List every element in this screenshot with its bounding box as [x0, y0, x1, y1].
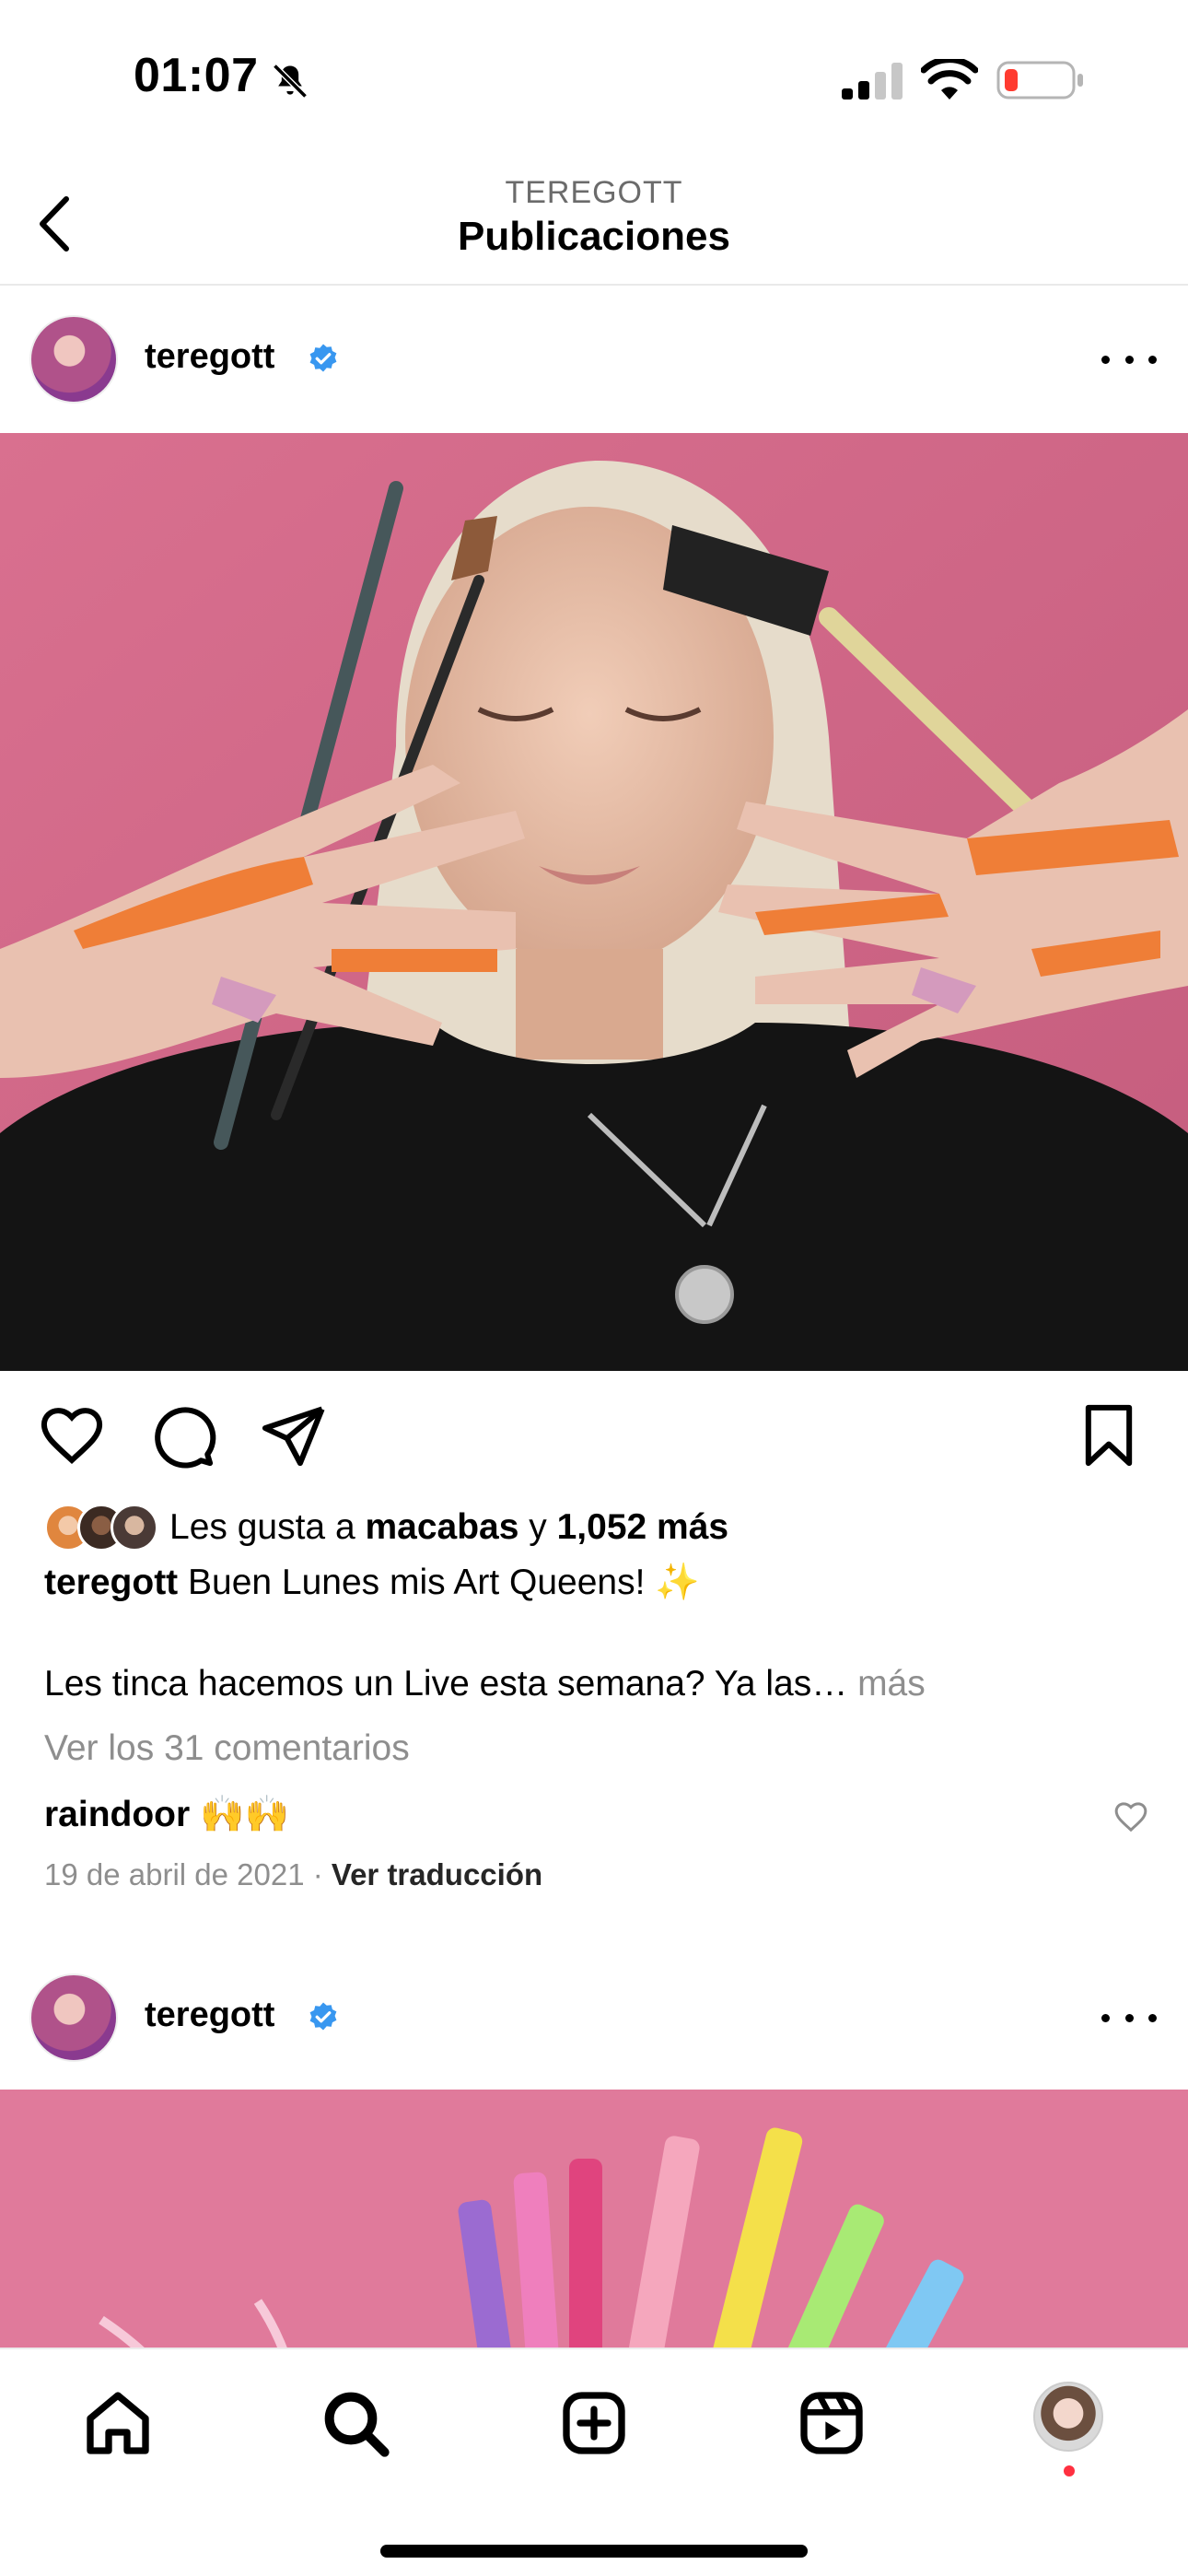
see-translation-link[interactable]: Ver traducción — [332, 1857, 542, 1891]
likes-count[interactable]: 1,052 más — [557, 1507, 729, 1547]
caption: teregott Buen Lunes mis Art Queens! ✨ — [44, 1561, 700, 1603]
nav-header: TEREGOTT Publicaciones — [0, 157, 1188, 286]
battery-low-icon — [996, 61, 1083, 100]
comment-text: 🙌🙌 — [190, 1795, 290, 1834]
dot-icon — [1148, 2013, 1157, 2022]
search-icon[interactable] — [319, 2386, 392, 2460]
dot-icon — [1101, 355, 1110, 364]
reels-icon[interactable] — [795, 2386, 868, 2460]
caption-continued: Les tinca hacemos un Live esta semana? Y… — [44, 1664, 926, 1704]
dot-icon — [1101, 2013, 1110, 2022]
post-actions — [0, 1391, 1188, 1483]
header-subtitle: TEREGOTT — [505, 175, 683, 210]
create-post-icon[interactable] — [557, 2386, 631, 2460]
bookmark-icon[interactable] — [1074, 1400, 1144, 1470]
page-title: Publicaciones — [458, 214, 730, 259]
comment-username[interactable]: raindoor — [44, 1795, 190, 1834]
top-comment: raindoor 🙌🙌 — [44, 1793, 289, 1835]
more-options-button[interactable] — [1101, 341, 1157, 378]
more-options-button[interactable] — [1101, 1999, 1157, 2036]
share-send-icon[interactable] — [258, 1400, 328, 1470]
status-time: 01:07 — [134, 49, 259, 102]
dot-icon — [1124, 2013, 1134, 2022]
comment-like-heart-icon[interactable] — [1112, 1798, 1149, 1835]
tab-bar — [0, 2348, 1188, 2576]
username[interactable]: teregott — [145, 337, 274, 377]
notification-dot — [1064, 2465, 1075, 2476]
home-indicator[interactable] — [380, 2545, 808, 2558]
verified-badge-icon — [309, 344, 337, 372]
post-header: teregott — [0, 1944, 1188, 2091]
post-date: 19 de abril de 2021 · Ver traducción — [44, 1857, 542, 1892]
cellular-signal-icon — [842, 63, 903, 100]
verified-badge-icon — [309, 2002, 337, 2031]
likes-prefix: Les gusta a — [169, 1507, 366, 1547]
caption-line2: Les tinca hacemos un Live esta semana? Y… — [44, 1664, 858, 1704]
post-photo — [0, 2090, 1188, 2348]
post-image[interactable] — [0, 433, 1188, 1371]
post-header: teregott — [0, 286, 1188, 433]
first-liker[interactable]: macabas — [365, 1507, 518, 1547]
status-bar: 01:07 — [0, 0, 1188, 157]
wifi-icon — [921, 59, 978, 100]
dot-icon — [1124, 355, 1134, 364]
caption-username[interactable]: teregott — [44, 1563, 178, 1602]
avatar[interactable] — [29, 315, 118, 404]
post-photo — [0, 433, 1188, 1371]
avatar[interactable] — [29, 1973, 118, 2062]
caption-text: Buen Lunes mis Art Queens! ✨ — [178, 1563, 700, 1602]
view-comments-link[interactable]: Ver los 31 comentarios — [44, 1728, 410, 1769]
like-heart-icon[interactable] — [37, 1400, 107, 1470]
post-date-text: 19 de abril de 2021 — [44, 1857, 305, 1891]
home-icon[interactable] — [81, 2386, 155, 2460]
liker-avatar — [111, 1504, 158, 1551]
likes-connector: y — [518, 1507, 557, 1547]
dot-icon — [1148, 355, 1157, 364]
likes-summary[interactable]: Les gusta a macabas y 1,052 más — [44, 1500, 728, 1555]
likes-text: Les gusta a macabas y 1,052 más — [169, 1507, 728, 1548]
profile-avatar-tab[interactable] — [1033, 2382, 1103, 2452]
comment-bubble-icon[interactable] — [147, 1400, 217, 1470]
username[interactable]: teregott — [145, 1996, 274, 2035]
caption-more-link[interactable]: más — [857, 1664, 926, 1704]
date-separator: · — [304, 1857, 332, 1891]
post-image[interactable] — [0, 2090, 1188, 2348]
bell-slash-icon — [273, 64, 308, 99]
